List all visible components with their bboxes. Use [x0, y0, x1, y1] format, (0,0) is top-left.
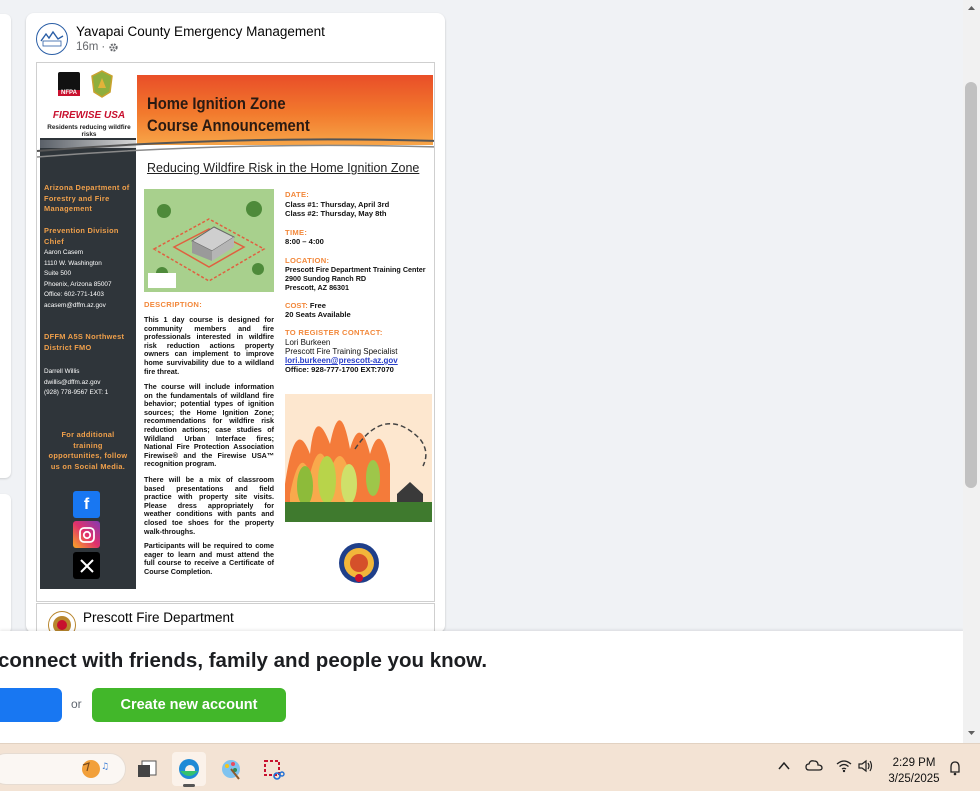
login-banner: connect with friends, family and people …: [0, 631, 964, 743]
nfpa-logo-text: NFPA: [58, 90, 80, 96]
nfpa-logo: NFPA: [58, 72, 80, 96]
contact1-line: Phoenix, Arizona 85007: [44, 280, 112, 288]
left-feed-card-bottom: [0, 494, 11, 634]
cost-row: COST: Free: [285, 301, 326, 310]
fire-department-seal-icon: [339, 543, 379, 583]
description-para2: The course will include information on t…: [144, 382, 274, 469]
snipping-tool-icon[interactable]: [256, 752, 290, 786]
active-app-indicator: [183, 784, 195, 787]
contact1-line: Suite 500: [44, 270, 72, 278]
description-para3: There will be a mix of classroom based p…: [144, 475, 274, 536]
scroll-down-arrow-icon[interactable]: [963, 727, 980, 739]
search-highlight-icon: ♫: [82, 760, 109, 778]
cost-value: Free: [309, 301, 326, 310]
sidebar-contact1: Aaron Casem 1110 W. Washington Suite 500…: [44, 248, 134, 312]
post-author-name[interactable]: Yavapai County Emergency Management: [76, 24, 325, 39]
shared-post-author[interactable]: Prescott Fire Department: [83, 610, 234, 625]
volume-icon[interactable]: [858, 759, 874, 773]
description-para4: Participants will be required to come ea…: [144, 541, 274, 576]
log-in-button[interactable]: [0, 688, 62, 722]
wifi-icon[interactable]: [836, 759, 852, 773]
time-value: 8:00 – 4:00: [285, 237, 324, 246]
edge-icon[interactable]: [172, 752, 206, 787]
scrollbar-thumb[interactable]: [965, 82, 977, 488]
date-label: DATE:: [285, 190, 310, 199]
flyer-subtitle: Reducing Wildfire Risk in the Home Ignit…: [147, 161, 420, 175]
x-icon: [73, 552, 100, 579]
meta-separator: ·: [101, 41, 106, 53]
contact1-line: Aaron Casem: [44, 249, 84, 256]
contact2-line: Darrell Willis: [44, 368, 80, 375]
location-line: 2900 Sundog Ranch RD: [285, 274, 367, 283]
class1-date: Class #1: Thursday, April 3rd: [285, 200, 390, 209]
description-para1: This 1 day course is designed for commun…: [144, 315, 274, 376]
flyer-title-line1: Home Ignition Zone: [147, 95, 286, 113]
post-image-flyer[interactable]: NFPA FIREWISE USA Residents reducing wil…: [36, 62, 435, 602]
create-account-button[interactable]: Create new account: [92, 688, 286, 722]
instagram-icon: [73, 521, 100, 548]
location-label: LOCATION:: [285, 256, 330, 265]
sidebar-district: DFFM A5S Northwest District FMO: [44, 332, 125, 352]
time-label: TIME:: [285, 228, 308, 237]
shared-page-avatar[interactable]: [48, 611, 76, 633]
location-line: Prescott Fire Department Training Center: [285, 265, 426, 274]
contact1-line: acasem@dffm.az.gov: [44, 301, 106, 309]
left-feed-card-top: [0, 14, 11, 478]
cost-label: COST:: [285, 301, 308, 310]
sidebar-dept: Arizona Department of Forestry and Fire …: [44, 183, 130, 213]
register-label: TO REGISTER CONTACT:: [285, 328, 383, 337]
flyer-title: Home Ignition Zone Course Announcement: [147, 93, 310, 137]
windows-taskbar: ♫ 2:29 PM 3/25/2025: [0, 743, 980, 791]
register-email: lori.burkeen@prescott-az.gov: [285, 356, 398, 365]
scroll-up-arrow-icon[interactable]: [963, 2, 980, 14]
chevron-up-icon[interactable]: [777, 759, 791, 773]
shared-post-header: Prescott Fire Department: [26, 603, 445, 633]
login-banner-text: connect with friends, family and people …: [0, 649, 488, 672]
page-avatar[interactable]: [36, 23, 68, 55]
svg-text:♫: ♫: [101, 762, 109, 772]
notifications-icon[interactable]: [948, 760, 962, 776]
firewise-logo-text: FIREWISE USA: [52, 110, 126, 121]
file-explorer-icon[interactable]: [130, 752, 164, 786]
or-text: or: [71, 697, 82, 711]
location-line: Prescott, AZ 86301: [285, 283, 350, 292]
onedrive-cloud-icon[interactable]: [805, 759, 823, 773]
facebook-icon: f: [73, 491, 100, 518]
description-label: DESCRIPTION:: [144, 300, 203, 309]
clock-date: 3/25/2025: [888, 773, 940, 785]
contact1-line: 1110 W. Washington: [44, 259, 102, 267]
register-title: Prescott Fire Training Specialist: [285, 347, 398, 356]
sidebar-division: Prevention Division Chief: [44, 226, 119, 246]
paint-icon[interactable]: [214, 752, 248, 786]
taskbar-search-box[interactable]: ♫: [0, 753, 126, 785]
page-scrollbar[interactable]: [963, 0, 980, 743]
system-clock[interactable]: 2:29 PM 3/25/2025: [884, 755, 944, 787]
flyer-title-line2: Course Announcement: [147, 117, 310, 135]
register-name: Lori Burkeen: [285, 338, 331, 347]
county-logo-icon: [40, 30, 64, 47]
forestry-badge-icon: [91, 70, 113, 98]
contact2-line: (928) 778-9567 EXT: 1: [44, 389, 109, 397]
post-meta: 16m ·: [76, 41, 119, 53]
contact1-line: Office: 602-771-1403: [44, 291, 104, 299]
sidebar-social-text: For additional training opportunities, f…: [48, 430, 128, 471]
sidebar-contact2: Darrell Willis dwillis@dffm.az.gov (928)…: [44, 367, 134, 399]
gear-icon[interactable]: [108, 42, 119, 53]
home-ignition-zone-illustration: [144, 189, 274, 292]
class2-date: Class #2: Thursday, May 8th: [285, 209, 387, 218]
wildfire-illustration: [285, 394, 432, 522]
seats-available: 20 Seats Available: [285, 310, 351, 319]
post-time[interactable]: 16m: [76, 41, 98, 53]
clock-time: 2:29 PM: [892, 757, 936, 769]
feed-post: Yavapai County Emergency Management 16m …: [26, 13, 445, 633]
register-phone: Office: 928-777-1700 EXT:7070: [285, 365, 394, 374]
contact2-line: dwillis@dffm.az.gov: [44, 378, 101, 386]
flyer-logo-area: NFPA FIREWISE USA Residents reducing wil…: [40, 66, 136, 138]
